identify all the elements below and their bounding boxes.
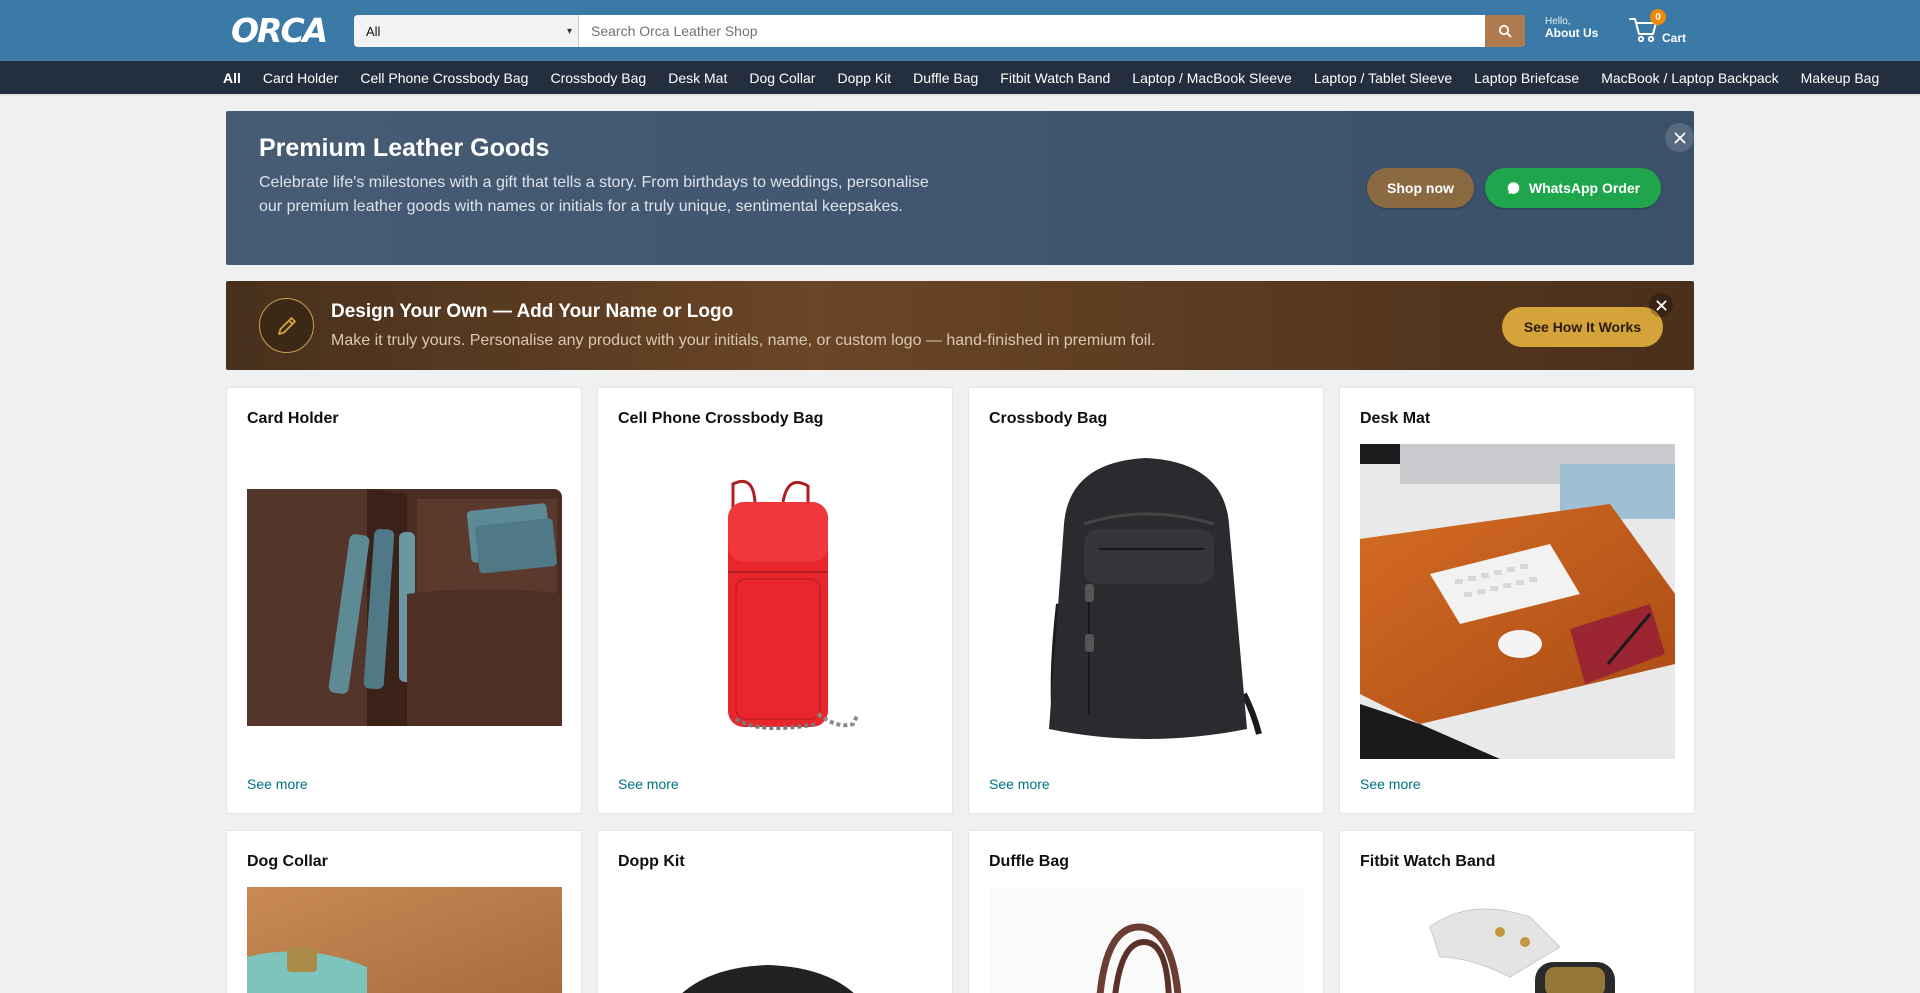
search-icon bbox=[1498, 24, 1512, 38]
see-more-link[interactable]: See more bbox=[618, 776, 679, 792]
promo-text: Celebrate life's milestones with a gift … bbox=[259, 174, 929, 215]
nav-item-duffle-bag[interactable]: Duffle Bag bbox=[913, 70, 978, 86]
site-logo[interactable]: ORCA bbox=[231, 10, 331, 50]
whatsapp-order-button[interactable]: WhatsApp Order bbox=[1485, 168, 1661, 208]
promo-title: Premium Leather Goods bbox=[259, 134, 550, 162]
cart-label: Cart bbox=[1662, 31, 1687, 45]
category-card-desk-mat: Desk Mat See more bbox=[1339, 387, 1695, 814]
card-title: Card Holder bbox=[247, 410, 339, 427]
pencil-icon bbox=[277, 316, 296, 335]
design-close-button[interactable] bbox=[1649, 293, 1673, 317]
card-title: Duffle Bag bbox=[989, 853, 1069, 870]
backpack-image[interactable] bbox=[989, 444, 1304, 759]
close-icon bbox=[1674, 132, 1685, 143]
nav-item-cell-phone-crossbody-bag[interactable]: Cell Phone Crossbody Bag bbox=[360, 70, 528, 86]
close-icon bbox=[1655, 299, 1667, 311]
nav-item-makeup-bag[interactable]: Makeup Bag bbox=[1801, 70, 1880, 86]
promo-close-button[interactable] bbox=[1665, 123, 1694, 152]
watch-band-illustration bbox=[1429, 908, 1615, 993]
see-how-it-works-button[interactable]: See How It Works bbox=[1502, 307, 1663, 347]
card-title: Crossbody Bag bbox=[989, 410, 1108, 427]
design-text: Make it truly yours. Personalise any pro… bbox=[331, 332, 1156, 349]
card-title: Dopp Kit bbox=[618, 853, 685, 870]
nav-item-laptop-macbook-sleeve[interactable]: Laptop / MacBook Sleeve bbox=[1132, 70, 1292, 86]
nav-item-card-holder[interactable]: Card Holder bbox=[263, 70, 338, 86]
see-more-link[interactable]: See more bbox=[247, 776, 308, 792]
search-input[interactable]: Search Orca Leather Shop bbox=[579, 15, 1485, 47]
card-title: Cell Phone Crossbody Bag bbox=[618, 410, 824, 427]
duffle-bag-illustration bbox=[989, 887, 1304, 993]
cart-button[interactable]: 0 Cart bbox=[1629, 9, 1691, 48]
category-card-duffle-bag: Duffle Bag bbox=[968, 830, 1324, 993]
category-nav: All Card Holder Cell Phone Crossbody Bag… bbox=[0, 61, 1920, 94]
nav-item-fitbit-watch-band[interactable]: Fitbit Watch Band bbox=[1000, 70, 1110, 86]
chevron-down-icon: ▾ bbox=[566, 25, 572, 37]
watch-band-image[interactable] bbox=[1360, 887, 1675, 993]
top-header: ORCA All ▾ Search Orca Leather Shop Hell… bbox=[0, 0, 1920, 61]
nav-item-laptop-tablet-sleeve[interactable]: Laptop / Tablet Sleeve bbox=[1314, 70, 1452, 86]
see-more-link[interactable]: See more bbox=[1360, 776, 1421, 792]
logo-text: ORCA bbox=[231, 10, 328, 50]
crossbody-phone-bag-image[interactable] bbox=[618, 444, 933, 759]
card-holder-illustration bbox=[247, 489, 562, 726]
shop-now-button[interactable]: Shop now bbox=[1367, 168, 1474, 208]
design-title: Design Your Own — Add Your Name or Logo bbox=[331, 301, 734, 322]
dog-collar-image[interactable] bbox=[247, 887, 562, 993]
whatsapp-icon bbox=[1507, 181, 1520, 194]
nav-item-dopp-kit[interactable]: Dopp Kit bbox=[837, 70, 891, 86]
black-backpack-illustration bbox=[1049, 458, 1262, 739]
search-placeholder: Search Orca Leather Shop bbox=[591, 23, 758, 39]
card-title: Dog Collar bbox=[247, 853, 328, 870]
nav-item-dog-collar[interactable]: Dog Collar bbox=[749, 70, 815, 86]
dopp-kit-image[interactable] bbox=[618, 887, 933, 993]
nav-item-crossbody-bag[interactable]: Crossbody Bag bbox=[550, 70, 646, 86]
account-link[interactable]: Hello, About Us bbox=[1545, 16, 1598, 40]
category-card-fitbit-watch-band: Fitbit Watch Band bbox=[1339, 830, 1695, 993]
red-phone-bag-illustration bbox=[728, 479, 860, 730]
nav-item-laptop-briefcase[interactable]: Laptop Briefcase bbox=[1474, 70, 1579, 86]
promo-banner: Premium Leather Goods Celebrate life's m… bbox=[226, 111, 1694, 265]
nav-divider bbox=[0, 94, 1920, 97]
nav-item-desk-mat[interactable]: Desk Mat bbox=[668, 70, 727, 86]
desk-mat-illustration bbox=[1360, 444, 1675, 759]
duffle-bag-image[interactable] bbox=[989, 887, 1304, 993]
whatsapp-order-label: WhatsApp Order bbox=[1528, 180, 1641, 196]
card-title: Fitbit Watch Band bbox=[1360, 853, 1496, 870]
dopp-kit-illustration bbox=[682, 965, 854, 993]
design-your-own-banner: Design Your Own — Add Your Name or Logo … bbox=[226, 281, 1694, 370]
category-card-dog-collar: Dog Collar bbox=[226, 830, 582, 993]
category-card-card-holder: Card Holder See more bbox=[226, 387, 582, 814]
about-us-label: About Us bbox=[1545, 26, 1599, 40]
search-bar: All ▾ Search Orca Leather Shop bbox=[354, 15, 1525, 47]
desk-mat-image[interactable] bbox=[1360, 444, 1675, 759]
card-title: Desk Mat bbox=[1360, 410, 1431, 427]
search-category-value: All bbox=[366, 23, 381, 39]
category-card-crossbody-bag: Crossbody Bag See more bbox=[968, 387, 1324, 814]
category-card-dopp-kit: Dopp Kit bbox=[597, 830, 953, 993]
cart-count-badge: 0 bbox=[1650, 9, 1666, 25]
card-holder-image[interactable] bbox=[247, 444, 562, 759]
search-button[interactable] bbox=[1485, 15, 1525, 47]
search-category-select[interactable]: All ▾ bbox=[354, 15, 579, 47]
nav-item-macbook-laptop-backpack[interactable]: MacBook / Laptop Backpack bbox=[1601, 70, 1778, 86]
see-more-link[interactable]: See more bbox=[989, 776, 1050, 792]
dog-collar-illustration bbox=[247, 887, 562, 993]
nav-item-all[interactable]: All bbox=[223, 70, 241, 86]
category-card-cell-phone-crossbody-bag: Cell Phone Crossbody Bag See more bbox=[597, 387, 953, 814]
pencil-badge bbox=[259, 298, 314, 353]
